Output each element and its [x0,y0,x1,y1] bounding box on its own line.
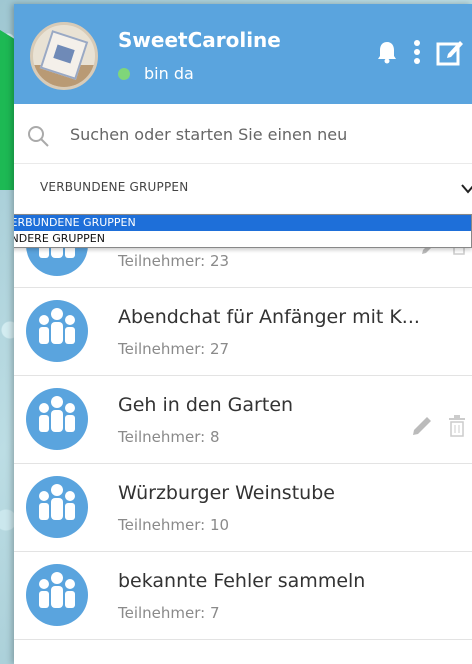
more-vertical-icon[interactable] [412,39,422,65]
group-list: Teilnehmer: 23 Abendchat für Anfänger mi… [14,214,472,640]
profile-header: SweetCaroline bin da [14,4,472,104]
bell-icon[interactable] [376,40,398,64]
chat-panel: SweetCaroline bin da VERBUNDENE GRUPPEN [14,4,472,664]
list-item[interactable]: Abendchat für Anfänger mit K... Teilnehm… [14,288,472,376]
group-filter-select[interactable]: VERBUNDENE GRUPPEN [14,164,472,210]
search-icon [26,124,50,152]
status-indicator[interactable]: bin da [118,64,194,83]
list-item[interactable]: bekannte Fehler sammeln Teilnehmer: 7 [14,552,472,640]
group-icon [26,388,88,450]
username: SweetCaroline [118,28,281,52]
chevron-down-icon[interactable] [460,180,472,199]
status-text: bin da [144,64,194,83]
dropdown-option-other[interactable]: ANDERE GRUPPEN [14,231,471,247]
group-icon [26,300,88,362]
search-input[interactable] [70,118,460,150]
trash-icon[interactable] [448,415,466,441]
edit-icon[interactable] [436,38,464,66]
group-name: bekannte Fehler sammeln [118,570,366,592]
group-name: Würzburger Weinstube [118,482,335,504]
list-item[interactable]: Würzburger Weinstube Teilnehmer: 10 [14,464,472,552]
group-icon [26,476,88,538]
group-member-count: Teilnehmer: 23 [118,252,230,270]
group-filter-dropdown: VERBUNDENE GRUPPEN ANDERE GRUPPEN [14,214,472,248]
group-member-count: Teilnehmer: 10 [118,516,230,534]
group-member-count: Teilnehmer: 8 [118,428,220,446]
group-member-count: Teilnehmer: 27 [118,340,230,358]
status-dot [118,67,130,80]
list-item[interactable]: Geh in den Garten Teilnehmer: 8 [14,376,472,464]
group-name: Geh in den Garten [118,394,294,416]
group-filter-value: VERBUNDENE GRUPPEN [40,180,189,194]
row-actions [410,414,466,442]
pencil-icon[interactable] [410,414,434,442]
header-actions [376,38,464,66]
avatar[interactable] [30,22,98,90]
dropdown-option-connected[interactable]: VERBUNDENE GRUPPEN [14,215,471,231]
search-bar [14,104,472,164]
group-icon [26,564,88,626]
group-member-count: Teilnehmer: 7 [118,604,220,622]
group-name: Abendchat für Anfänger mit K... [118,306,420,328]
